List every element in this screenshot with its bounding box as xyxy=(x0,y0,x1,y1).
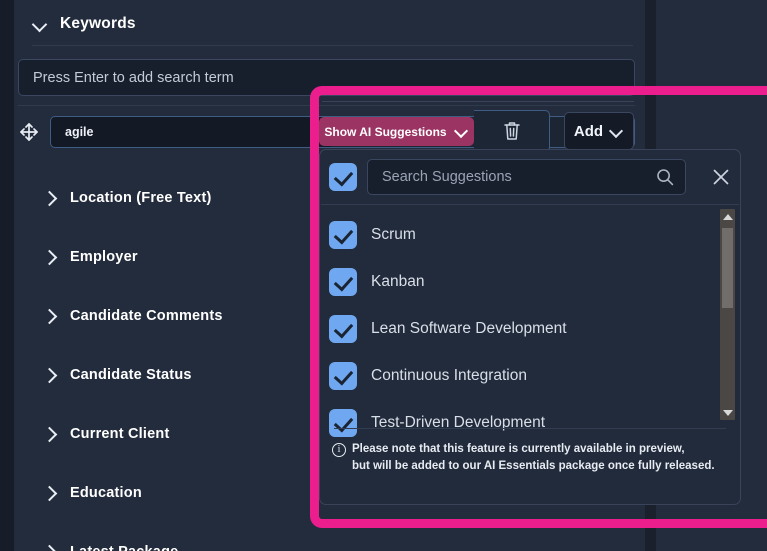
chevron-right-icon xyxy=(42,544,58,551)
suggestion-label: Continuous Integration xyxy=(371,366,527,384)
show-ai-suggestions-label: Show AI Suggestions xyxy=(324,124,447,139)
suggestion-label: Kanban xyxy=(371,272,425,290)
delete-keyword-button[interactable] xyxy=(474,110,550,152)
search-icon xyxy=(657,169,674,186)
preview-notice-line1: Please note that this feature is current… xyxy=(352,443,685,455)
page-title: Keywords xyxy=(60,15,136,32)
chevron-right-icon xyxy=(42,249,58,265)
chevron-right-icon xyxy=(42,426,58,442)
app-root: Keywords Press Enter to add search term … xyxy=(0,0,767,551)
preview-notice-text: Please note that this feature is current… xyxy=(352,441,715,476)
add-button-label: Add xyxy=(573,122,604,140)
filter-label: Candidate Comments xyxy=(70,307,223,324)
scrollbar-thumb[interactable] xyxy=(722,228,733,308)
close-suggestions-button[interactable] xyxy=(702,158,740,196)
triangle-up-icon[interactable] xyxy=(720,209,735,224)
suggestions-list: Scrum Kanban Lean Software Development C… xyxy=(320,205,740,437)
filter-label: Candidate Status xyxy=(70,366,192,383)
keyword-value: agile xyxy=(65,125,94,139)
chevron-right-icon xyxy=(42,367,58,383)
suggestion-label: Scrum xyxy=(371,225,416,243)
chevron-down-icon xyxy=(455,127,469,136)
filter-label: Employer xyxy=(70,248,138,265)
preview-notice-line2: but will be added to our AI Essentials p… xyxy=(352,460,715,473)
list-item[interactable]: Kanban xyxy=(320,258,740,305)
filter-row-latest-package[interactable]: Latest Package xyxy=(14,522,645,551)
header-divider xyxy=(32,45,633,46)
search-suggestions-placeholder: Search Suggestions xyxy=(382,169,512,185)
suggestion-checkbox[interactable] xyxy=(329,267,357,296)
controls-divider xyxy=(322,101,634,102)
triangle-down-icon[interactable] xyxy=(720,405,735,420)
suggestions-scrollbar[interactable] xyxy=(720,209,735,420)
filter-label: Education xyxy=(70,484,142,501)
suggestion-checkbox[interactable] xyxy=(329,314,357,343)
info-icon: i xyxy=(332,443,346,457)
show-ai-suggestions-button[interactable]: Show AI Suggestions xyxy=(319,117,474,146)
keywords-section-header[interactable]: Keywords xyxy=(14,4,645,44)
list-item[interactable]: Continuous Integration xyxy=(320,352,740,399)
suggestion-checkbox[interactable] xyxy=(329,220,357,249)
chevron-right-icon xyxy=(42,308,58,324)
filter-label: Latest Package xyxy=(70,544,178,551)
search-suggestions-input[interactable]: Search Suggestions xyxy=(367,159,686,195)
chevron-down-icon xyxy=(32,16,48,32)
search-term-placeholder: Press Enter to add search term xyxy=(33,69,234,86)
trash-icon xyxy=(503,122,520,140)
left-rail xyxy=(0,0,14,551)
close-icon xyxy=(713,169,729,185)
ai-suggestions-popover: Search Suggestions Scrum Kanban Lean Sof… xyxy=(319,149,741,505)
search-term-input[interactable]: Press Enter to add search term xyxy=(18,59,635,96)
suggestions-popover-header: Search Suggestions xyxy=(320,150,740,204)
add-button[interactable]: Add xyxy=(564,112,634,150)
list-item[interactable]: Lean Software Development xyxy=(320,305,740,352)
preview-notice: i Please note that this feature is curre… xyxy=(320,429,740,476)
filter-label: Current Client xyxy=(70,425,170,442)
chevron-down-icon xyxy=(610,126,624,136)
suggestion-label: Lean Software Development xyxy=(371,319,567,337)
suggestion-checkbox[interactable] xyxy=(329,361,357,390)
select-all-checkbox[interactable] xyxy=(329,163,357,191)
chevron-right-icon xyxy=(42,190,58,206)
drag-move-icon[interactable] xyxy=(18,121,40,143)
list-item[interactable]: Scrum xyxy=(320,211,740,258)
chevron-right-icon xyxy=(42,485,58,501)
filter-label: Location (Free Text) xyxy=(70,189,212,206)
suggestions-footer: i Please note that this feature is curre… xyxy=(320,428,740,504)
keywords-divider xyxy=(18,105,635,106)
